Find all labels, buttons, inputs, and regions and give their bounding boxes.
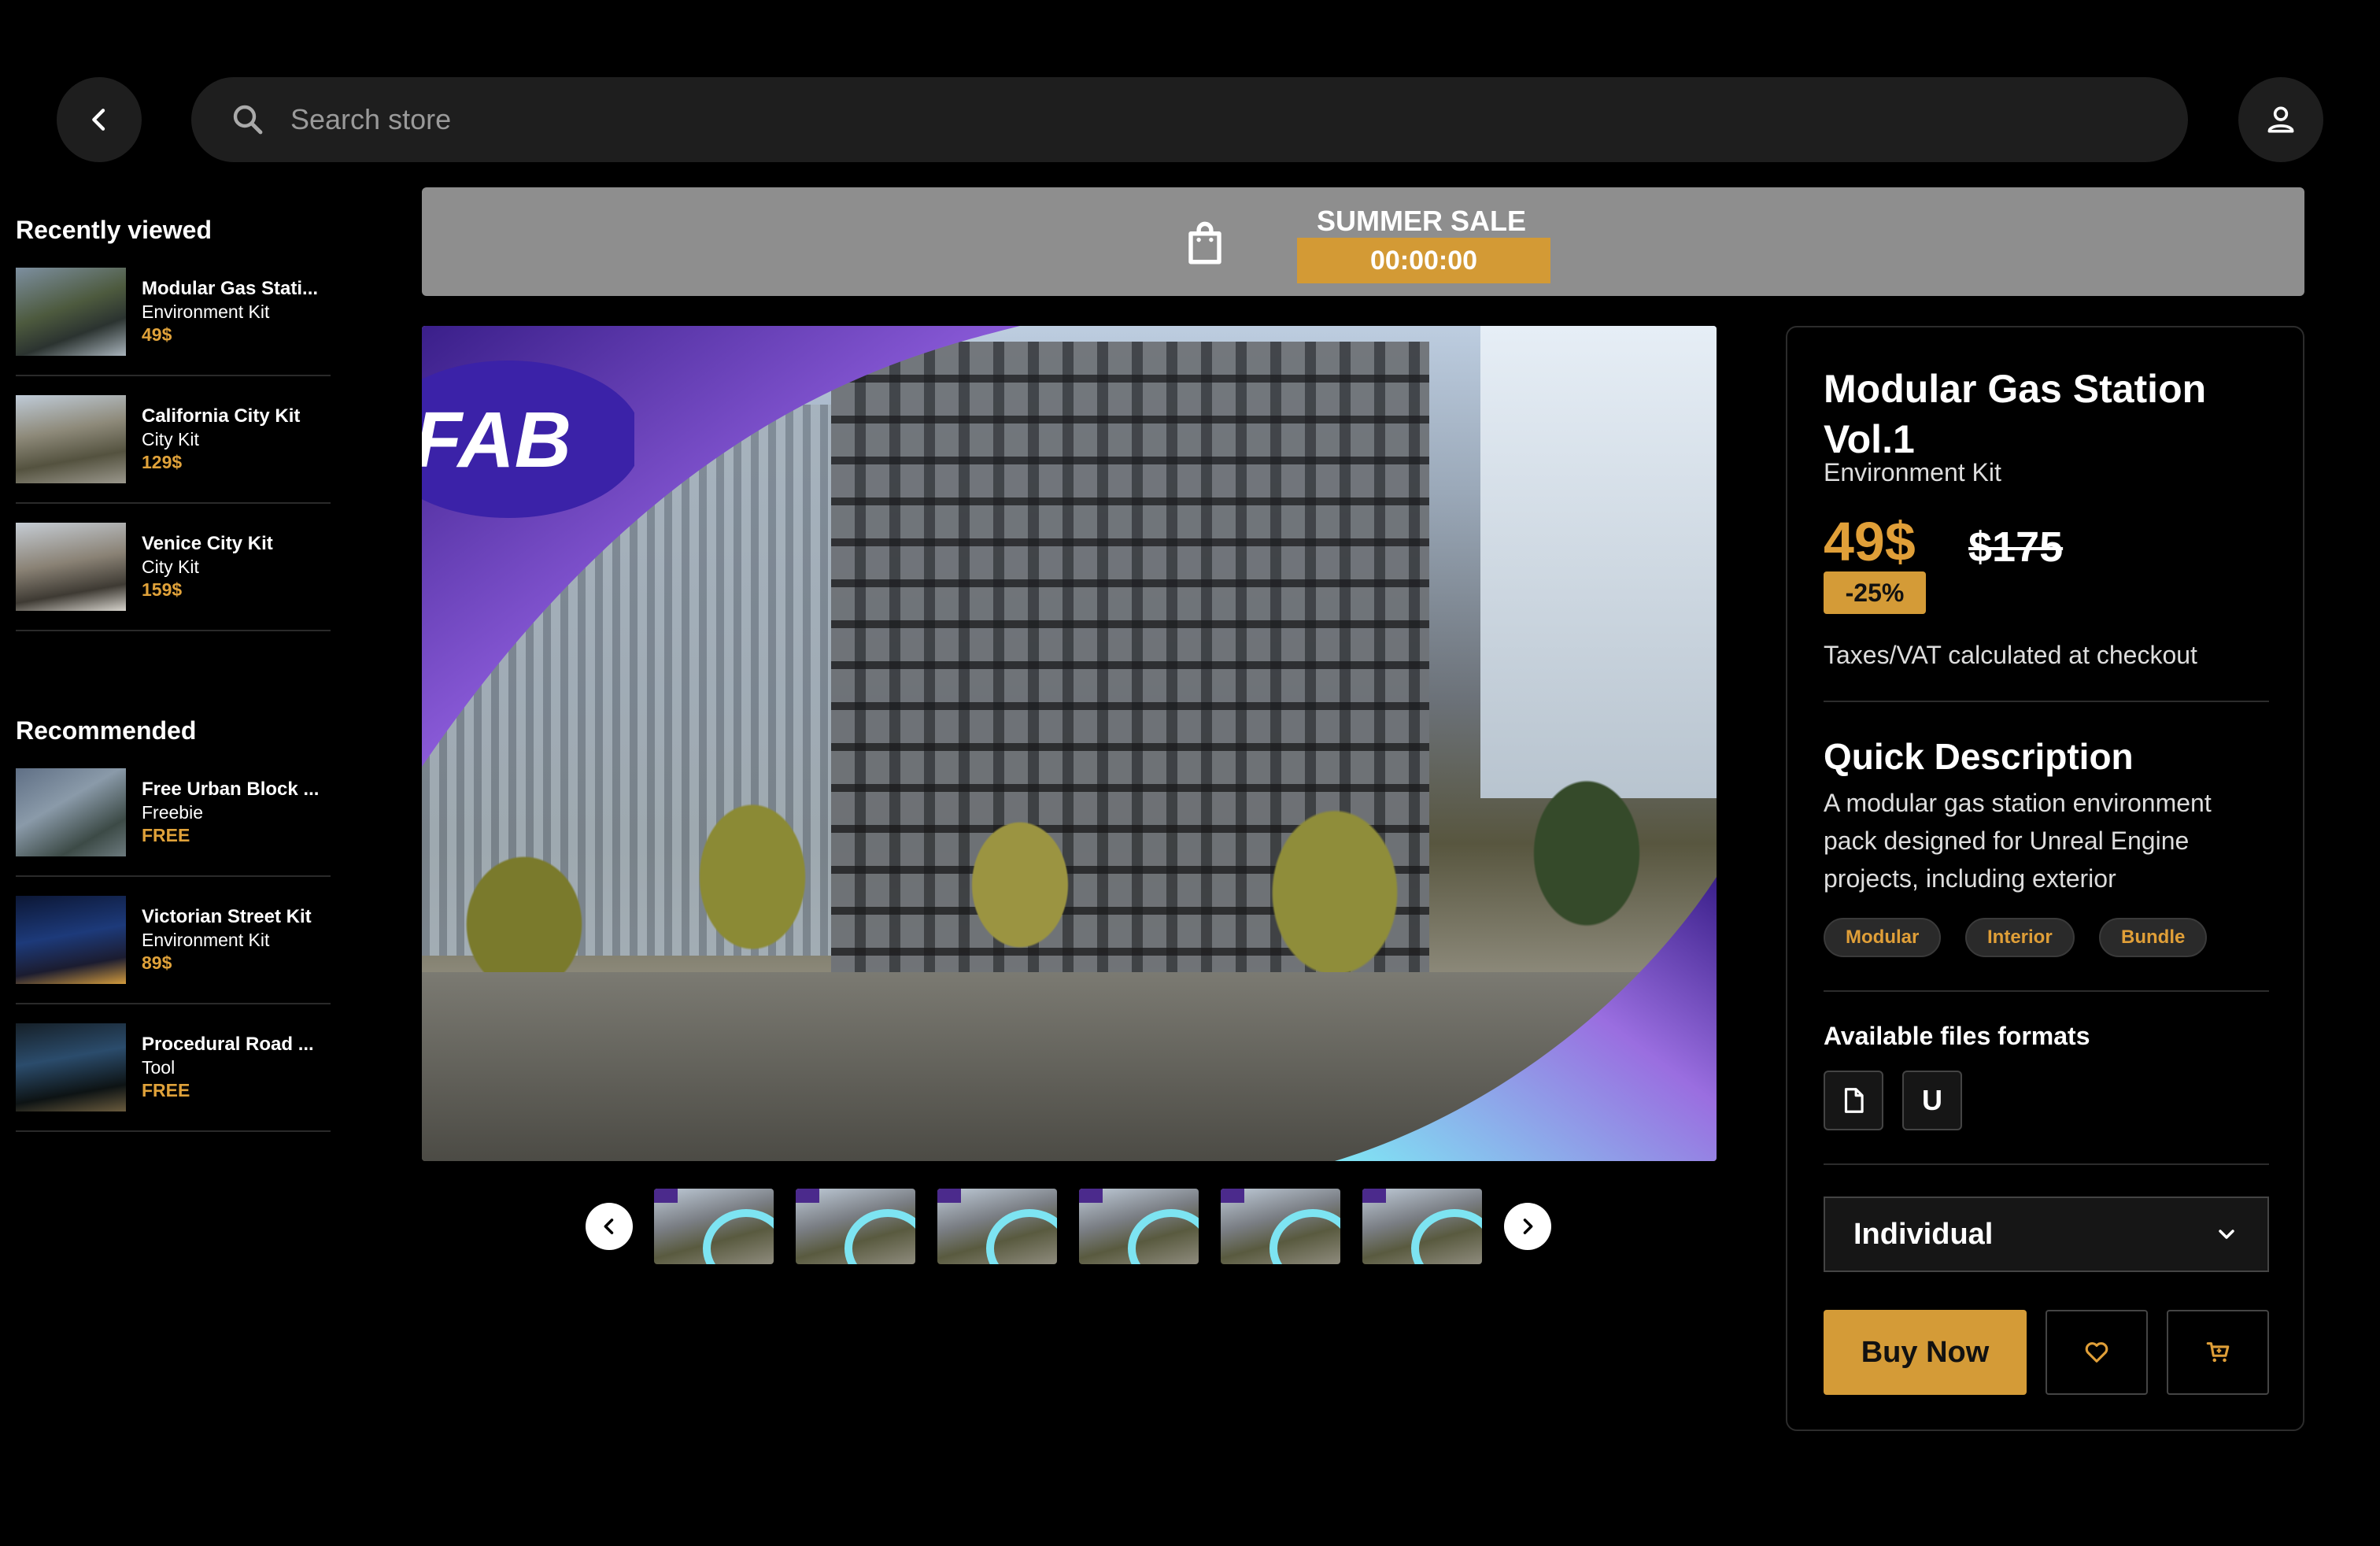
- quick-description-heading: Quick Description: [1824, 736, 2134, 777]
- chevron-right-icon: [1523, 1219, 1533, 1234]
- divider: [1824, 990, 2269, 992]
- product-thumbnail: [16, 395, 126, 483]
- chevron-left-icon: [92, 109, 105, 131]
- product-detail-panel: Modular Gas Station Vol.1 Environment Ki…: [1786, 326, 2304, 1431]
- gallery-thumbnail[interactable]: [654, 1189, 774, 1264]
- divider: [1824, 1163, 2269, 1165]
- list-item[interactable]: California City Kit City Kit 129$: [16, 376, 331, 504]
- quick-description-text: A modular gas station environment pack d…: [1824, 789, 2212, 893]
- discount-badge: -25%: [1824, 571, 1926, 614]
- format-unreal-engine[interactable]: U: [1902, 1071, 1962, 1130]
- list-item[interactable]: Procedural Road ... Tool FREE: [16, 1004, 331, 1132]
- item-title: Procedural Road ...: [142, 1034, 314, 1055]
- product-hero-image: FAB: [422, 326, 1717, 1161]
- divider: [1824, 701, 2269, 702]
- unreal-engine-icon: U: [1922, 1084, 1942, 1116]
- product-thumbnail: [16, 768, 126, 856]
- item-title: California City Kit: [142, 405, 301, 427]
- item-category: City Kit: [142, 429, 199, 449]
- gallery-thumbnail[interactable]: [1079, 1189, 1199, 1264]
- item-category: Environment Kit: [142, 930, 270, 950]
- product-thumbnail: [16, 268, 126, 356]
- search-input[interactable]: [290, 103, 2101, 136]
- wishlist-button[interactable]: [2046, 1310, 2148, 1395]
- next-image-button[interactable]: [1504, 1203, 1551, 1250]
- tag-interior[interactable]: Interior: [1965, 918, 2075, 957]
- prev-image-button[interactable]: [586, 1203, 633, 1250]
- recommended-list: Free Urban Block ... Freebie FREE Victor…: [16, 749, 331, 1132]
- item-title: Venice City Kit: [142, 533, 273, 554]
- gallery-thumbnail[interactable]: [937, 1189, 1057, 1264]
- license-select[interactable]: Individual: [1824, 1196, 2269, 1272]
- license-select-value: Individual: [1853, 1217, 1994, 1251]
- back-button[interactable]: [57, 77, 142, 162]
- shopping-bag-icon: [1188, 221, 1221, 264]
- list-item[interactable]: Venice City Kit City Kit 159$: [16, 504, 331, 631]
- item-price: FREE: [142, 825, 190, 845]
- item-price: 89$: [142, 952, 172, 973]
- sale-banner[interactable]: SUMMER SALE 00:00:00: [422, 187, 2304, 296]
- buy-now-button[interactable]: Buy Now: [1824, 1310, 2027, 1395]
- user-icon: [2267, 106, 2294, 133]
- profile-button[interactable]: [2238, 77, 2323, 162]
- heart-icon: [2085, 1342, 2108, 1363]
- sale-title: SUMMER SALE: [1316, 205, 1526, 237]
- product-thumbnail: [16, 896, 126, 984]
- product-price: 49$: [1824, 511, 1916, 572]
- item-category: Tool: [142, 1057, 176, 1078]
- chevron-down-icon: [2219, 1230, 2234, 1239]
- tax-note: Taxes/VAT calculated at checkout: [1824, 641, 2197, 669]
- gallery-thumbnail[interactable]: [796, 1189, 915, 1264]
- product-category: Environment Kit: [1824, 458, 2001, 486]
- list-item[interactable]: Free Urban Block ... Freebie FREE: [16, 749, 331, 877]
- item-title: Free Urban Block ...: [142, 779, 320, 800]
- sale-countdown: 00:00:00: [1297, 238, 1550, 283]
- item-category: Environment Kit: [142, 301, 270, 322]
- tag-bundle[interactable]: Bundle: [2099, 918, 2208, 957]
- item-price: FREE: [142, 1080, 190, 1100]
- recommended-heading: Recommended: [16, 716, 197, 745]
- item-title: Victorian Street Kit: [142, 906, 312, 927]
- file-icon: [1844, 1088, 1864, 1113]
- item-category: Freebie: [142, 802, 203, 823]
- original-price: $175: [1968, 523, 2064, 571]
- item-price: 49$: [142, 324, 172, 345]
- item-price: 159$: [142, 579, 183, 600]
- item-title: Modular Gas Stati...: [142, 278, 319, 299]
- cart-icon: [2206, 1342, 2230, 1363]
- product-thumbnail: [16, 1023, 126, 1111]
- search-icon: [233, 105, 263, 135]
- product-title: Modular Gas Station Vol.1: [1824, 367, 2207, 461]
- chevron-left-icon: [604, 1219, 614, 1234]
- format-file[interactable]: [1824, 1071, 1883, 1130]
- recently-viewed-heading: Recently viewed: [16, 216, 212, 244]
- item-category: City Kit: [142, 557, 199, 577]
- formats-heading: Available files formats: [1824, 1022, 2090, 1050]
- recently-viewed-list: Modular Gas Stati... Environment Kit 49$…: [16, 249, 331, 631]
- tag-modular[interactable]: Modular: [1824, 918, 1942, 957]
- gallery-thumbnail[interactable]: [1221, 1189, 1340, 1264]
- logo-text: FAB: [422, 396, 571, 484]
- add-to-cart-button[interactable]: [2167, 1310, 2269, 1395]
- list-item[interactable]: Modular Gas Stati... Environment Kit 49$: [16, 249, 331, 376]
- fab-logo: FAB: [422, 361, 634, 518]
- product-thumbnail: [16, 523, 126, 611]
- list-item[interactable]: Victorian Street Kit Environment Kit 89$: [16, 877, 331, 1004]
- item-price: 129$: [142, 452, 183, 472]
- search-bar[interactable]: [191, 77, 2188, 162]
- gallery-thumbnail[interactable]: [1362, 1189, 1482, 1264]
